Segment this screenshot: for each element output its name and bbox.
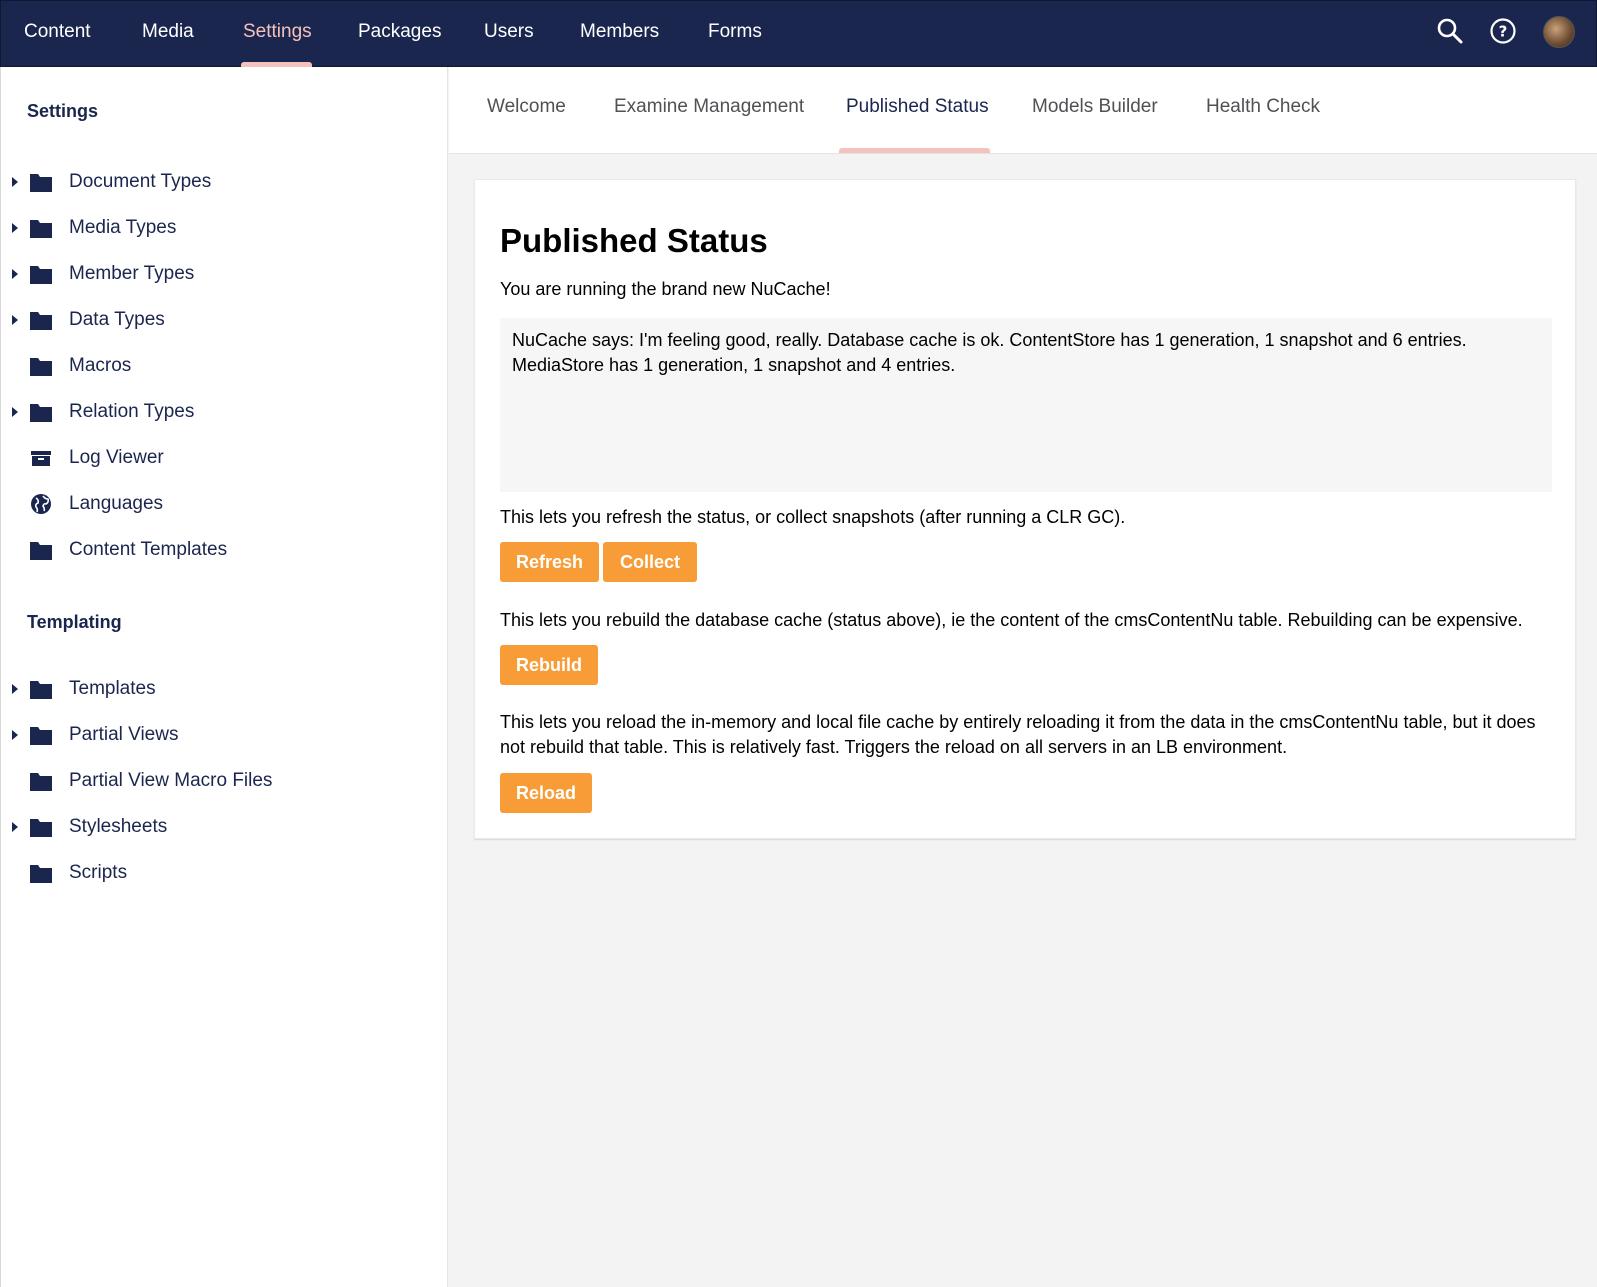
sidebar-item-languages[interactable]: Languages: [1, 485, 447, 525]
nav-settings[interactable]: Settings: [243, 1, 312, 67]
refresh-description: This lets you refresh the status, or col…: [500, 507, 1126, 527]
sidebar-item-label: Languages: [69, 493, 164, 514]
folder-icon: [30, 681, 52, 699]
archive-box-icon: [31, 451, 51, 466]
tab-welcome[interactable]: Welcome: [487, 96, 566, 118]
nav-forms[interactable]: Forms: [708, 1, 762, 67]
sidebar-item-stylesheets[interactable]: Stylesheets: [1, 808, 447, 848]
folder-icon: [30, 404, 52, 422]
sidebar-item-label: Relation Types: [69, 401, 195, 422]
top-navigation: Content Media Settings Packages Users Me…: [0, 0, 1597, 67]
folder-icon: [30, 819, 52, 837]
tab-models-builder[interactable]: Models Builder: [1032, 96, 1158, 118]
refresh-button[interactable]: Refresh: [500, 542, 599, 582]
reload-button[interactable]: Reload: [500, 773, 592, 813]
folder-icon: [30, 266, 52, 284]
templating-section-title: Templating: [27, 612, 122, 632]
sidebar-item-data-types[interactable]: Data Types: [1, 301, 447, 341]
sidebar-item-scripts[interactable]: Scripts: [1, 854, 447, 894]
folder-icon: [30, 727, 52, 745]
sidebar-item-partial-view-macro-files[interactable]: Partial View Macro Files: [1, 762, 447, 802]
collect-button[interactable]: Collect: [603, 542, 697, 582]
sidebar-item-label: Templates: [69, 678, 156, 699]
sidebar-item-label: Member Types: [69, 263, 195, 284]
published-status-panel: Published Status You are running the bra…: [474, 179, 1576, 839]
nav-media[interactable]: Media: [142, 1, 194, 67]
folder-icon: [30, 358, 52, 376]
expand-caret-icon[interactable]: [12, 269, 18, 279]
expand-caret-icon[interactable]: [12, 177, 18, 187]
sidebar-item-member-types[interactable]: Member Types: [1, 255, 447, 295]
sidebar-item-label: Log Viewer: [69, 447, 164, 468]
expand-caret-icon[interactable]: [12, 684, 18, 694]
sidebar-item-document-types[interactable]: Document Types: [1, 163, 447, 203]
nav-packages[interactable]: Packages: [358, 1, 441, 67]
nav-content[interactable]: Content: [24, 1, 91, 67]
sidebar-item-label: Content Templates: [69, 539, 228, 560]
settings-section-title: Settings: [27, 101, 99, 121]
svg-text:?: ?: [1499, 23, 1508, 41]
intro-text: You are running the brand new NuCache!: [500, 279, 831, 299]
sidebar-item-label: Partial View Macro Files: [69, 770, 273, 791]
nav-members[interactable]: Members: [580, 1, 659, 67]
sidebar: Settings Document Types Media Types Memb…: [0, 67, 448, 1287]
sidebar-item-media-types[interactable]: Media Types: [1, 209, 447, 249]
sidebar-item-content-templates[interactable]: Content Templates: [1, 531, 447, 571]
expand-caret-icon[interactable]: [12, 223, 18, 233]
expand-caret-icon[interactable]: [12, 822, 18, 832]
tab-active-indicator: [839, 148, 990, 153]
sidebar-item-macros[interactable]: Macros: [1, 347, 447, 387]
help-icon[interactable]: ?: [1487, 15, 1519, 47]
expand-caret-icon[interactable]: [12, 407, 18, 417]
folder-icon: [30, 312, 52, 330]
folder-icon: [30, 542, 52, 560]
folder-icon: [30, 174, 52, 192]
search-icon[interactable]: [1434, 15, 1466, 47]
sidebar-item-label: Document Types: [69, 171, 212, 192]
sidebar-item-label: Partial Views: [69, 724, 179, 745]
rebuild-description: This lets you rebuild the database cache…: [500, 610, 1523, 630]
tab-examine-management[interactable]: Examine Management: [614, 96, 804, 118]
rebuild-button[interactable]: Rebuild: [500, 645, 598, 685]
sidebar-item-label: Data Types: [69, 309, 165, 330]
status-box: NuCache says: I'm feeling good, really. …: [500, 318, 1552, 492]
sidebar-item-log-viewer[interactable]: Log Viewer: [1, 439, 447, 479]
user-avatar[interactable]: [1543, 16, 1575, 48]
expand-caret-icon[interactable]: [12, 730, 18, 740]
folder-icon: [30, 773, 52, 791]
tab-published-status[interactable]: Published Status: [846, 96, 989, 118]
nav-users[interactable]: Users: [484, 1, 534, 67]
sidebar-item-label: Media Types: [69, 217, 177, 238]
folder-icon: [30, 220, 52, 238]
sidebar-item-relation-types[interactable]: Relation Types: [1, 393, 447, 433]
reload-description: This lets you reload the in-memory and l…: [500, 712, 1536, 757]
expand-caret-icon[interactable]: [12, 315, 18, 325]
page-title: Published Status: [500, 222, 768, 259]
sidebar-item-templates[interactable]: Templates: [1, 670, 447, 710]
sidebar-item-partial-views[interactable]: Partial Views: [1, 716, 447, 756]
sidebar-item-label: Macros: [69, 355, 132, 376]
sidebar-item-label: Scripts: [69, 862, 128, 883]
folder-icon: [30, 865, 52, 883]
tab-health-check[interactable]: Health Check: [1206, 96, 1320, 118]
sidebar-item-label: Stylesheets: [69, 816, 168, 837]
dashboard-tabs: Welcome Examine Management Published Sta…: [449, 67, 1597, 154]
globe-icon: [31, 494, 51, 514]
